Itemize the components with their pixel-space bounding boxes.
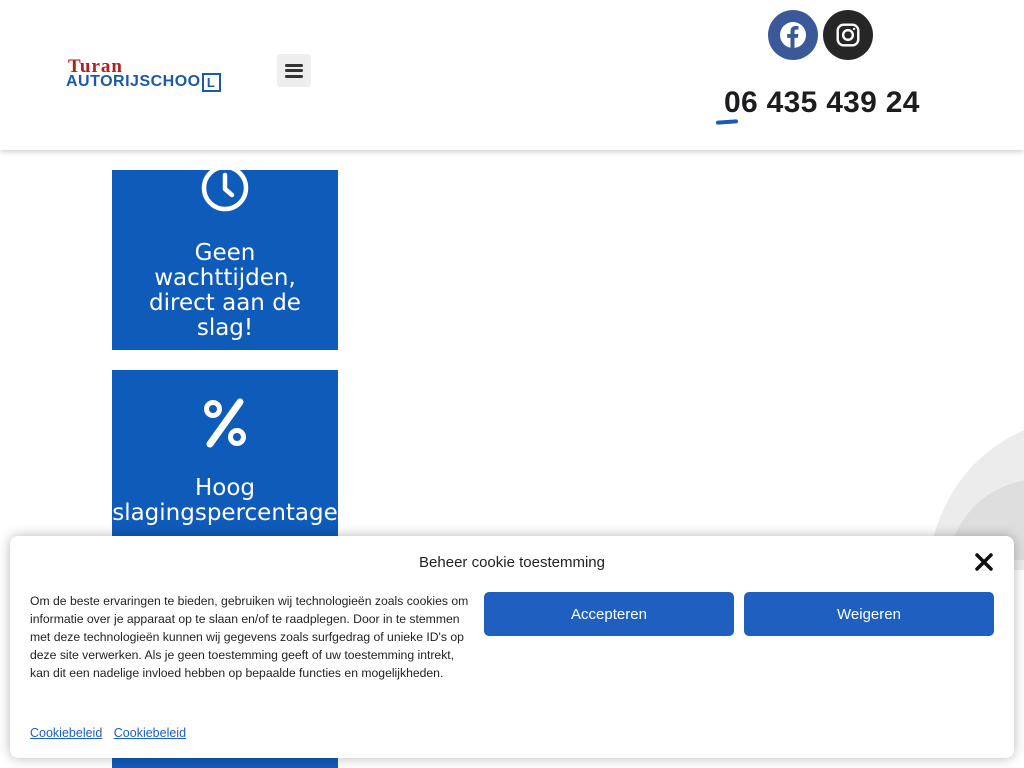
feature-text: Geen wachttijden, direct aan de slag! — [149, 240, 301, 341]
logo-l-badge: L — [201, 73, 221, 92]
phone-underline-accent — [715, 119, 739, 125]
close-icon — [975, 553, 993, 571]
hamburger-menu-icon — [285, 63, 303, 78]
feature-card-pass-rate: Hoog slagingspercentage — [112, 370, 338, 540]
logo-subtitle: AUTORIJSCHOO L — [66, 73, 221, 92]
cookie-policy-links: Cookiebeleid Cookiebeleid — [30, 726, 194, 740]
feature-card-no-waiting: Geen wachttijden, direct aan de slag! — [112, 170, 338, 350]
feature-text: Hoog slagingspercentage — [112, 475, 338, 526]
cookie-title: Beheer cookie toestemming — [419, 554, 605, 571]
cookie-consent-banner: Beheer cookie toestemming Om de beste er… — [10, 536, 1014, 758]
site-logo[interactable]: Turan AUTORIJSCHOO L — [66, 57, 248, 92]
logo-subtitle-text: AUTORIJSCHOO — [66, 73, 201, 90]
site-header: Turan AUTORIJSCHOO L 06 435 439 24 — [0, 0, 1024, 150]
clock-icon — [112, 170, 338, 214]
accept-button[interactable]: Accepteren — [484, 592, 734, 636]
percent-icon — [112, 396, 338, 450]
facebook-link[interactable] — [768, 10, 818, 60]
facebook-icon — [780, 22, 806, 48]
close-button[interactable] — [974, 552, 994, 572]
phone-number[interactable]: 06 435 439 24 — [724, 86, 920, 120]
cookie-description: Om de beste ervaringen te bieden, gebrui… — [30, 594, 469, 680]
menu-toggle-button[interactable] — [277, 54, 311, 87]
cookie-policy-link[interactable]: Cookiebeleid — [30, 726, 102, 740]
instagram-link[interactable] — [823, 10, 873, 60]
cookie-policy-link[interactable]: Cookiebeleid — [114, 726, 186, 740]
deny-button[interactable]: Weigeren — [744, 592, 994, 636]
instagram-icon — [836, 23, 860, 47]
